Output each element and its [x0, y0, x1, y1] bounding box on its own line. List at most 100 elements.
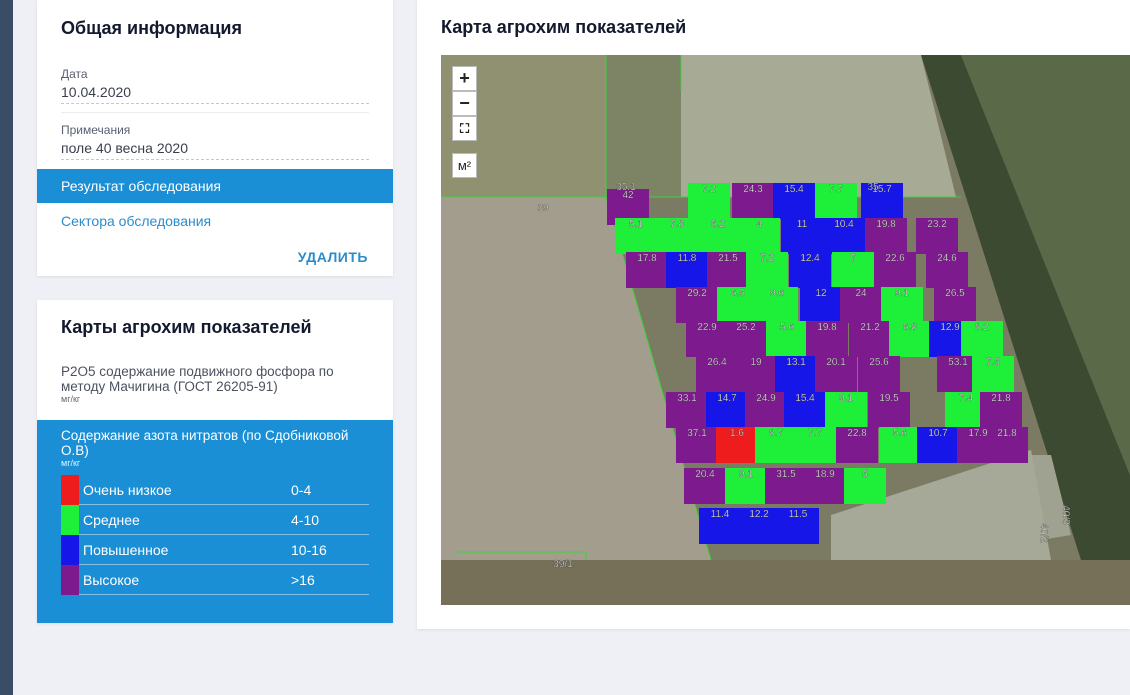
- sample-value-label: 11.4: [711, 509, 730, 520]
- satellite-map[interactable]: 427.2 24.3 15.4 7.7 15.75.1 7.8 6.2 4 11 10.4 19.8…: [441, 55, 1130, 605]
- note-label: Примечания: [61, 123, 131, 137]
- map-view[interactable]: 42 7.2 24.3 15.4 7.7 15.7 5.1 7.8 6.2 4 11 10.4 19.8…: [441, 55, 1130, 605]
- sample-value-label: 19.8: [876, 219, 896, 230]
- legend-name: Очень низкое: [83, 482, 172, 498]
- legend-name: Повышенное: [83, 542, 169, 558]
- legend-row-high: Высокое >16: [61, 565, 369, 595]
- sample-value-label: 53.1: [948, 357, 968, 368]
- legend-name: Среднее: [83, 512, 140, 528]
- sample-value-label: 21.8: [991, 393, 1011, 404]
- sample-value-label: 12.2: [749, 509, 769, 520]
- sample-value-label: 4: [756, 219, 762, 230]
- sample-value-label: 21.2: [860, 322, 880, 333]
- date-label: Дата: [61, 67, 88, 81]
- legend-range: 10-16: [291, 542, 327, 558]
- map-item-p2o5[interactable]: P2O5 содержание подвижного фосфора по ме…: [61, 364, 361, 394]
- sample-value-label: 19.8: [817, 322, 837, 333]
- fullscreen-icon[interactable]: ⛶: [452, 116, 477, 141]
- legend-name: Высокое: [83, 572, 140, 588]
- sample-value-label: 37.1: [687, 428, 707, 439]
- field-number-label: 40/3: [1060, 505, 1071, 525]
- sample-value-label: 5.1: [629, 219, 643, 230]
- sample-value-label: 14.7: [717, 393, 737, 404]
- sample-value-label: 7.4: [959, 393, 973, 404]
- legend-range: 0-4: [291, 482, 312, 498]
- sample-value-label: 22.6: [885, 253, 905, 264]
- legend-row-raised: Повышенное 10-16: [61, 535, 369, 565]
- sample-value-label: 17.8: [637, 253, 657, 264]
- sample-value-label: 19.5: [879, 393, 899, 404]
- left-rail: [0, 0, 13, 695]
- sample-value-label: 7.8: [670, 219, 684, 230]
- delete-button[interactable]: УДАЛИТЬ: [298, 249, 368, 265]
- sample-value-label: 25.6: [869, 357, 889, 368]
- sample-value-label: 26.5: [945, 288, 965, 299]
- sample-value-label: 20.4: [695, 469, 715, 480]
- map-item-p2o5-unit: мг/кг: [61, 394, 81, 404]
- sample-value-label: 31.5: [776, 469, 796, 480]
- sample-value-label: 24.3: [743, 184, 763, 195]
- sample-value-label: 19: [750, 357, 762, 368]
- maps-card-title: Карты агрохим показателей: [61, 317, 312, 337]
- sample-value-label: 24: [855, 288, 867, 299]
- sample-value-label: 22.8: [847, 428, 867, 439]
- selected-map-legend: Содержание азота нитратов (по Сдобниково…: [37, 420, 393, 623]
- zoom-out-button[interactable]: −: [452, 91, 477, 116]
- agrochem-maps-card: Карты агрохим показателей P2O5 содержани…: [37, 300, 393, 623]
- sample-value-label: 11: [797, 219, 808, 230]
- field-number-label: 35.1: [616, 182, 636, 193]
- note-field[interactable]: поле 40 весна 2020: [61, 140, 369, 160]
- nav-result-survey[interactable]: Результат обследования: [37, 169, 393, 203]
- legend-range: >16: [291, 572, 315, 588]
- legend-swatch: [61, 565, 79, 595]
- legend-row-very-low: Очень низкое 0-4: [61, 475, 369, 505]
- field-north-east: [681, 55, 956, 197]
- zoom-in-button[interactable]: +: [452, 66, 477, 91]
- legend-swatch: [61, 475, 79, 505]
- sample-value-label: 23.2: [927, 219, 947, 230]
- nav-survey-sectors[interactable]: Сектора обследования: [61, 213, 211, 229]
- sample-value-label: 15.4: [784, 184, 804, 195]
- sample-value-label: 5.6: [780, 322, 794, 333]
- sample-value-label: 6.2: [711, 219, 725, 230]
- sample-value-label: 7: [850, 253, 856, 264]
- sample-value-label: 1.6: [730, 428, 744, 439]
- sample-value-label: 10.7: [928, 428, 948, 439]
- sample-value-label: 5.6: [893, 428, 907, 439]
- sample-value-label: 24.6: [937, 253, 957, 264]
- sample-value-label: 12.9: [940, 322, 960, 333]
- sample-value-label: 25.2: [736, 322, 756, 333]
- sample-value-label: 7.2: [760, 253, 774, 264]
- sample-value-label: 7.5: [986, 357, 1000, 368]
- legend-swatch: [61, 505, 79, 535]
- map-item-nitrate-unit: мг/кг: [61, 458, 81, 468]
- sample-value-label: 18.9: [815, 469, 835, 480]
- sample-value-label: 21.8: [997, 428, 1017, 439]
- sample-value-label: 9.6: [770, 288, 784, 299]
- sample-value-label: 7.7: [829, 184, 843, 195]
- sample-value-label: 10.4: [834, 219, 854, 230]
- sample-value-label: 29.2: [687, 288, 707, 299]
- sample-value-label: 24.9: [756, 393, 776, 404]
- divider: [61, 112, 369, 113]
- sample-value-label: 13.1: [786, 357, 806, 368]
- legend-swatch: [61, 535, 79, 565]
- general-info-card: Общая информация Дата 10.04.2020 Примеча…: [37, 0, 393, 276]
- sample-value-label: 6.8: [903, 322, 917, 333]
- field-number-label: 39: [537, 203, 549, 214]
- sample-value-label: 20.1: [826, 357, 846, 368]
- sample-value-label: 8.7: [769, 428, 783, 439]
- legend-range: 4-10: [291, 512, 320, 528]
- sample-value-label: 11.5: [789, 509, 808, 520]
- map-item-nitrate[interactable]: Содержание азота нитратов (по Сдобниково…: [61, 428, 361, 458]
- date-field[interactable]: 10.04.2020: [61, 84, 369, 104]
- sample-value-label: 6.5: [731, 288, 745, 299]
- sample-value-label: 21.5: [718, 253, 738, 264]
- legend-row-medium: Среднее 4-10: [61, 505, 369, 535]
- field-39-1: [441, 560, 1130, 605]
- general-info-title: Общая информация: [61, 18, 242, 38]
- sample-value-label: 11.8: [678, 253, 697, 264]
- sample-value-label: 22.9: [697, 322, 717, 333]
- map-card: Карта агрохим показателей 42 7.2 24.3 15.4 7…: [417, 0, 1130, 629]
- measure-area-button[interactable]: м²: [452, 153, 477, 178]
